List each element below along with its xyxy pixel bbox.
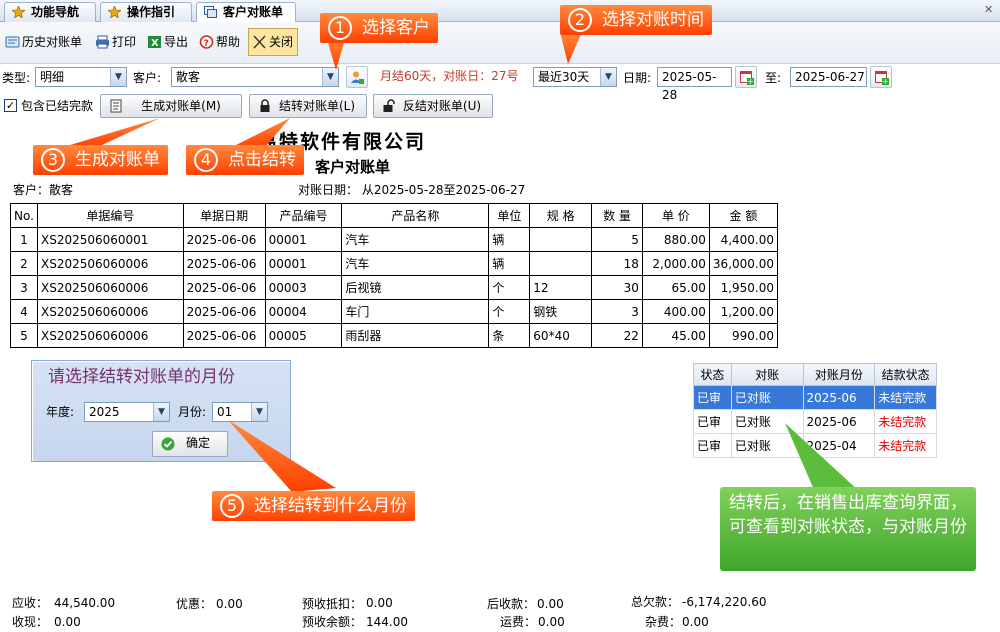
received-value: 0.00 [54,615,81,629]
arrow-4 [230,118,290,148]
arrow-2 [560,32,582,64]
callout-4: 4 点击结转 [186,145,304,175]
misc-label: 杂费： [645,615,682,629]
after-value: 0.00 [537,597,564,611]
freight-value: 0.00 [538,615,565,629]
callout-1: 1 选择客户 [320,13,438,43]
discount-value: 0.00 [216,597,243,611]
owed-label: 总欠款： [631,595,680,609]
prepay-balance-value: 144.00 [366,615,408,629]
received-label: 收现： [12,615,49,629]
callout-5: 5 选择结转到什么月份 [212,491,415,521]
ar-label: 应收： [12,596,49,610]
prepay-deduct-label: 预收抵扣： [302,597,363,611]
callout-3: 3 生成对账单 [33,145,168,175]
owed-value: -6,174,220.60 [682,595,767,609]
prepay-balance-label: 预收余额： [302,615,363,629]
arrow-note [785,423,860,492]
callout-2: 2 选择对账时间 [560,5,712,35]
prepay-deduct-value: 0.00 [366,596,393,610]
info-note: 结转后，在销售出库查询界面，可查看到对账状态，与对账月份 [720,487,976,571]
misc-value: 0.00 [682,615,709,629]
discount-label: 优惠： [176,597,213,611]
arrow-5 [228,420,336,492]
ar-value: 44,540.00 [54,596,116,610]
after-label: 后收款： [487,597,536,611]
freight-label: 运费： [500,615,537,629]
arrow-3 [60,118,160,148]
